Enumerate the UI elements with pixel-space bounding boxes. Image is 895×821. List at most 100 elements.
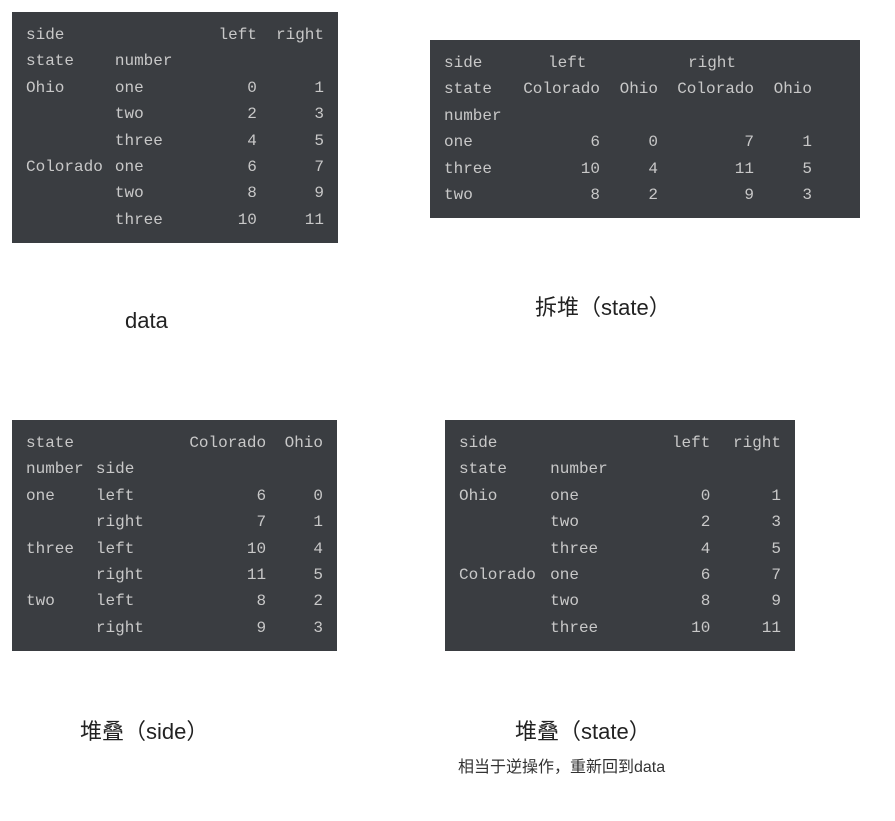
cell-value: 5 xyxy=(257,128,324,154)
cell-number: two xyxy=(115,180,192,206)
cell-number: three xyxy=(115,128,192,154)
cell-value: 9 xyxy=(171,615,266,641)
cell-number: two xyxy=(550,509,640,535)
table-row: two 2 3 xyxy=(26,101,324,127)
cell-value: 9 xyxy=(257,180,324,206)
cell-value: 5 xyxy=(266,562,323,588)
col-label-left: left xyxy=(640,430,710,456)
header-row: side left right xyxy=(444,50,812,76)
cell-value: 8 xyxy=(192,180,257,206)
cell-value: 8 xyxy=(171,588,266,614)
cell-value: 0 xyxy=(600,129,658,155)
table-row: two 2 3 xyxy=(459,509,781,535)
cell-value: 6 xyxy=(640,562,710,588)
table-row: Ohio one 0 1 xyxy=(459,483,781,509)
cell-state: Ohio xyxy=(26,75,115,101)
cell-number: one xyxy=(26,483,96,509)
cell-value: 1 xyxy=(266,509,323,535)
cell-number: three xyxy=(550,536,640,562)
cell-value: 10 xyxy=(510,156,600,182)
cell-value: 6 xyxy=(192,154,257,180)
col-label-right: right xyxy=(658,50,754,76)
cell-side: right xyxy=(96,562,171,588)
cell-number: one xyxy=(550,483,640,509)
table-row: two left 8 2 xyxy=(26,588,323,614)
cell-value: 1 xyxy=(257,75,324,101)
col-label-state: state xyxy=(26,430,96,456)
cell-value: 4 xyxy=(640,536,710,562)
table-row: one left 6 0 xyxy=(26,483,323,509)
cell-value: 8 xyxy=(640,588,710,614)
cell-value: 6 xyxy=(171,483,266,509)
cell-value: 4 xyxy=(266,536,323,562)
cell-value: 3 xyxy=(754,182,812,208)
index-label-side: side xyxy=(96,456,171,482)
cell-value: 4 xyxy=(600,156,658,182)
dataframe-table: side left right state Colorado Ohio Colo… xyxy=(444,50,812,208)
cell-state: Colorado xyxy=(459,562,550,588)
cell-number: one xyxy=(115,154,192,180)
caption-stack-state: 堆叠（state） xyxy=(515,714,651,746)
cell-value: 7 xyxy=(658,129,754,155)
header-row: state Colorado Ohio Colorado Ohio xyxy=(444,76,812,102)
cell-side: right xyxy=(96,615,171,641)
dataframe-table: side left right state number Ohio one 0 … xyxy=(26,22,324,233)
dataframe-panel-stack-state: side left right state number Ohio one 0 … xyxy=(445,420,795,651)
cell-value: 9 xyxy=(710,588,781,614)
cell-value: 7 xyxy=(171,509,266,535)
col-label-side: side xyxy=(26,22,115,48)
header-row: side left right xyxy=(459,430,781,456)
dataframe-panel-data: side left right state number Ohio one 0 … xyxy=(12,12,338,243)
cell-value: 5 xyxy=(710,536,781,562)
cell-number: two xyxy=(444,182,510,208)
header-row: state Colorado Ohio xyxy=(26,430,323,456)
index-row: state number xyxy=(459,456,781,482)
cell-side: left xyxy=(96,483,171,509)
table-row: right 11 5 xyxy=(26,562,323,588)
table-row: three 10 11 xyxy=(26,207,324,233)
dataframe-table: state Colorado Ohio number side one left… xyxy=(26,430,323,641)
table-row: three left 10 4 xyxy=(26,536,323,562)
cell-number: three xyxy=(444,156,510,182)
table-row: right 7 1 xyxy=(26,509,323,535)
col-label-right: right xyxy=(710,430,781,456)
table-row: Ohio one 0 1 xyxy=(26,75,324,101)
subcaption-inverse: 相当于逆操作，重新回到data xyxy=(458,753,665,777)
cell-number: two xyxy=(550,588,640,614)
cell-value: 0 xyxy=(640,483,710,509)
index-row: number xyxy=(444,103,812,129)
cell-number: one xyxy=(550,562,640,588)
cell-value: 7 xyxy=(257,154,324,180)
cell-number: one xyxy=(115,75,192,101)
table-row: three 10 11 xyxy=(459,615,781,641)
cell-number: three xyxy=(115,207,192,233)
cell-side: right xyxy=(96,509,171,535)
cell-number: three xyxy=(550,615,640,641)
col-label-colorado: Colorado xyxy=(510,76,600,102)
index-label-number: number xyxy=(550,456,640,482)
col-label-side: side xyxy=(459,430,550,456)
table-row: three 4 5 xyxy=(26,128,324,154)
table-row: Colorado one 6 7 xyxy=(459,562,781,588)
table-row: one 6 0 7 1 xyxy=(444,129,812,155)
index-label-number: number xyxy=(444,103,510,129)
table-row: three 4 5 xyxy=(459,536,781,562)
caption-stack-side: 堆叠（side） xyxy=(80,714,208,746)
col-label-colorado: Colorado xyxy=(171,430,266,456)
index-label-state: state xyxy=(26,48,115,74)
cell-value: 4 xyxy=(192,128,257,154)
dataframe-panel-unstack-state: side left right state Colorado Ohio Colo… xyxy=(430,40,860,218)
col-label-state: state xyxy=(444,76,510,102)
cell-value: 5 xyxy=(754,156,812,182)
index-label-number: number xyxy=(26,456,96,482)
cell-state: Ohio xyxy=(459,483,550,509)
caption-unstack-state: 拆堆（state） xyxy=(535,290,671,322)
col-label-ohio: Ohio xyxy=(266,430,323,456)
col-label-ohio: Ohio xyxy=(600,76,658,102)
cell-value: 11 xyxy=(171,562,266,588)
dataframe-table: side left right state number Ohio one 0 … xyxy=(459,430,781,641)
cell-value: 10 xyxy=(171,536,266,562)
dataframe-panel-stack-side: state Colorado Ohio number side one left… xyxy=(12,420,337,651)
cell-value: 1 xyxy=(710,483,781,509)
table-row: two 8 9 xyxy=(26,180,324,206)
